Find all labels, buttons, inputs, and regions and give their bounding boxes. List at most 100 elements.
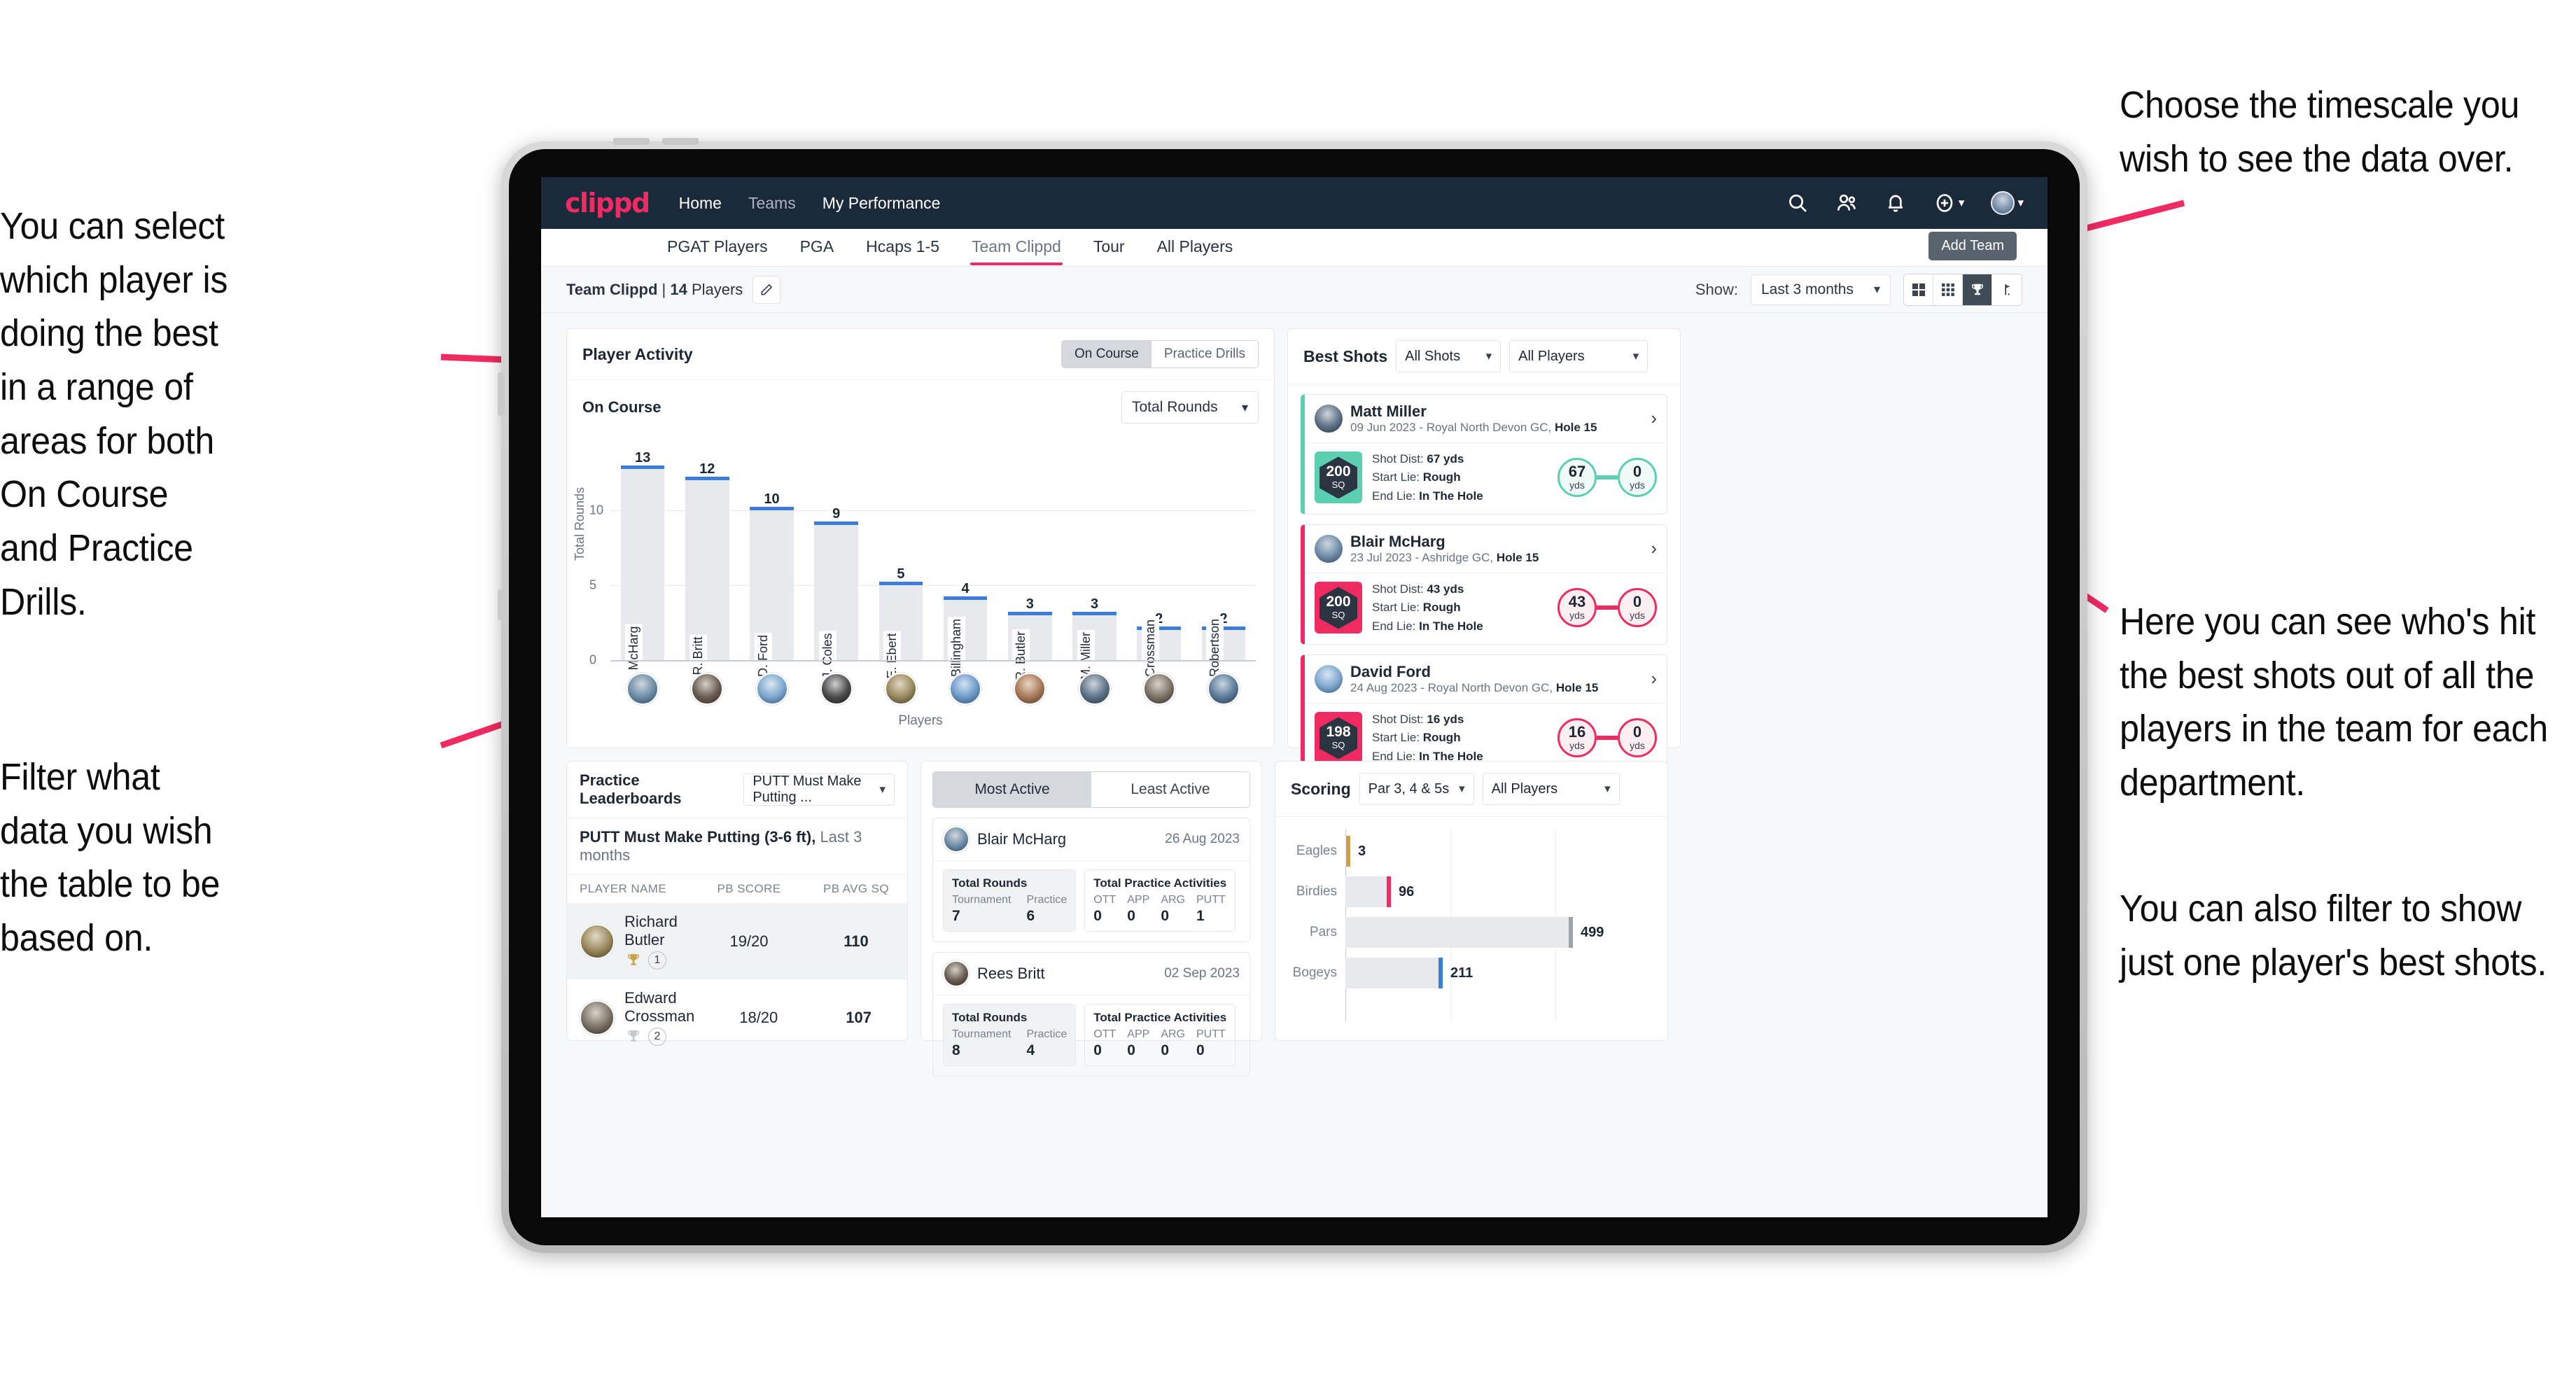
player-avatar	[943, 960, 969, 987]
avatar-cell[interactable]	[739, 673, 804, 705]
player-avatar[interactable]	[1014, 673, 1046, 705]
bar-column[interactable]: 3 R. Butler	[997, 450, 1062, 683]
nav-link-home[interactable]: Home	[679, 194, 722, 213]
grid-large-icon[interactable]	[1904, 274, 1933, 305]
chevron-right-icon[interactable]: ›	[1651, 538, 1657, 559]
player-avatar[interactable]	[1078, 673, 1111, 705]
avatar-cell[interactable]	[675, 673, 739, 705]
tab-hcaps-1-5[interactable]: Hcaps 1-5	[866, 230, 939, 265]
trophy-icon[interactable]	[1963, 274, 1992, 305]
player-avatar[interactable]	[949, 673, 982, 705]
flag-icon[interactable]	[1992, 274, 2022, 305]
hexagon-icon: 200 SQ	[1320, 456, 1357, 499]
plus-circle-icon[interactable]: ▾	[1933, 192, 1965, 214]
avatar-cell[interactable]	[869, 673, 933, 705]
nav-link-teams[interactable]: Teams	[748, 194, 796, 213]
search-icon[interactable]	[1786, 192, 1809, 214]
end-distance-bubble: 0 yds	[1618, 458, 1657, 498]
chevron-right-icon[interactable]: ›	[1651, 407, 1657, 429]
tab-team-clippd[interactable]: Team Clippd	[970, 230, 1063, 265]
tab-pgat-players[interactable]: PGAT Players	[667, 230, 768, 265]
chevron-down-icon[interactable]: ▾	[1959, 196, 1965, 210]
tab-pga[interactable]: PGA	[800, 230, 834, 265]
tab-all-players[interactable]: All Players	[1157, 230, 1233, 265]
grid-small-icon[interactable]	[1933, 274, 1963, 305]
practice-value: 0	[1161, 908, 1169, 924]
pb-avg-sq: 110	[844, 932, 869, 950]
player-avatar[interactable]	[1207, 673, 1240, 705]
par-filter-value: Par 3, 4 & 5s	[1368, 780, 1450, 797]
scoring-row[interactable]: Bogeys 211	[1288, 953, 1655, 993]
bar-column[interactable]: 4 D. Billingham	[933, 450, 997, 696]
chevron-right-icon[interactable]: ›	[1651, 668, 1657, 690]
table-row[interactable]: Edward Crossman 2 18/20 107	[567, 979, 907, 1056]
y-tick-10: 10	[589, 503, 604, 517]
tablet-frame: clippd Home Teams My Performance ▾ ▾ PGA…	[498, 138, 2087, 1253]
clippd-logo[interactable]: clippd	[565, 188, 650, 218]
table-row[interactable]: Richard Butler 1 19/20 110	[567, 903, 907, 979]
scoring-row[interactable]: Birdies 96	[1288, 872, 1655, 912]
bar-column[interactable]: 5 E. Ebert	[869, 450, 933, 681]
avatar[interactable]: ▾	[1991, 191, 2024, 215]
avatar-cell[interactable]	[997, 673, 1062, 705]
avatar-cell[interactable]	[1127, 673, 1191, 705]
column-player-name: PLAYER NAME	[580, 882, 667, 895]
bar-column[interactable]: 13 B. McHarg	[610, 450, 675, 688]
bar-column[interactable]: 10 D. Ford	[739, 450, 804, 680]
bell-icon[interactable]	[1884, 192, 1907, 214]
x-axis-label: Players	[898, 713, 943, 728]
player-avatar[interactable]	[1142, 673, 1175, 705]
avatar-cell[interactable]	[804, 673, 869, 705]
best-shots-shot-filter[interactable]: All Shots ▾	[1396, 340, 1502, 372]
bar-rect: R. Butler	[1007, 612, 1052, 683]
bar-column[interactable]: 2 C. Robertson	[1191, 450, 1256, 696]
people-icon[interactable]	[1835, 192, 1858, 214]
chevron-down-icon-avatar[interactable]: ▾	[2017, 196, 2024, 210]
player-avatar[interactable]	[884, 673, 917, 705]
bar-column[interactable]: 2 E. Crossman	[1127, 450, 1191, 695]
player-avatar[interactable]	[691, 673, 724, 705]
timescale-dropdown[interactable]: Last 3 months ▾	[1751, 274, 1891, 305]
practice-key: OTT	[1093, 1028, 1116, 1040]
bar-column[interactable]: 9 J. Coles	[804, 450, 869, 681]
activity-card-list: Blair McHarg 26 Aug 2023 Total Rounds To…	[932, 818, 1250, 1077]
tab-tour[interactable]: Tour	[1093, 230, 1125, 265]
scoring-par-filter[interactable]: Par 3, 4 & 5s ▾	[1359, 773, 1474, 805]
timescale-value: Last 3 months	[1761, 281, 1854, 298]
hexagon-icon: 200 SQ	[1320, 587, 1357, 629]
practice-key: APP	[1127, 894, 1150, 906]
avatar-cell[interactable]	[1191, 673, 1256, 705]
activity-player-card[interactable]: Rees Britt 02 Sep 2023 Total Rounds Tour…	[932, 952, 1250, 1077]
drill-dropdown[interactable]: PUTT Must Make Putting ... ▾	[743, 774, 895, 806]
shot-quality-unit: SQ	[1331, 609, 1345, 620]
best-shot-date: 24 Aug 2023	[1350, 680, 1418, 694]
best-shot-header: Blair McHarg 23 Jul 2023 - Ashridge GC, …	[1305, 525, 1667, 573]
best-shot-card[interactable]: David Ford 24 Aug 2023 - Royal North Dev…	[1301, 654, 1667, 775]
player-avatar[interactable]	[820, 673, 853, 705]
scoring-row[interactable]: Pars 499	[1288, 912, 1655, 953]
player-avatar[interactable]	[755, 673, 788, 705]
player-avatar[interactable]	[626, 673, 659, 705]
nav-link-my-performance[interactable]: My Performance	[822, 194, 941, 213]
bar-rect: C. Robertson	[1201, 616, 1246, 696]
best-shots-player-filter[interactable]: All Players ▾	[1509, 340, 1648, 372]
activity-player-card[interactable]: Blair McHarg 26 Aug 2023 Total Rounds To…	[932, 818, 1250, 942]
metric-dropdown[interactable]: Total Rounds ▾	[1121, 391, 1259, 424]
edit-team-button[interactable]	[752, 275, 781, 304]
best-shot-card[interactable]: Blair McHarg 23 Jul 2023 - Ashridge GC, …	[1301, 524, 1667, 645]
best-shot-course: - Ashridge GC,	[1411, 550, 1497, 564]
scoring-row[interactable]: Eagles 3	[1288, 831, 1655, 872]
segment-practice-drills[interactable]: Practice Drills	[1151, 341, 1258, 368]
bar-column[interactable]: 3 M. Miller	[1062, 450, 1126, 682]
best-shot-card[interactable]: Matt Miller 09 Jun 2023 - Royal North De…	[1301, 394, 1667, 514]
tab-most-active[interactable]: Most Active	[933, 772, 1091, 807]
avatar-cell[interactable]	[933, 673, 997, 705]
add-team-button[interactable]: Add Team	[1928, 232, 2017, 260]
practice-value: 1	[1196, 908, 1205, 924]
avatar-cell[interactable]	[610, 673, 675, 705]
avatar-cell[interactable]	[1062, 673, 1126, 705]
scoring-player-filter[interactable]: All Players ▾	[1482, 773, 1620, 805]
segment-on-course[interactable]: On Course	[1062, 341, 1152, 368]
tab-least-active[interactable]: Least Active	[1091, 772, 1250, 807]
bar-column[interactable]: 12 R. Britt	[675, 450, 739, 678]
